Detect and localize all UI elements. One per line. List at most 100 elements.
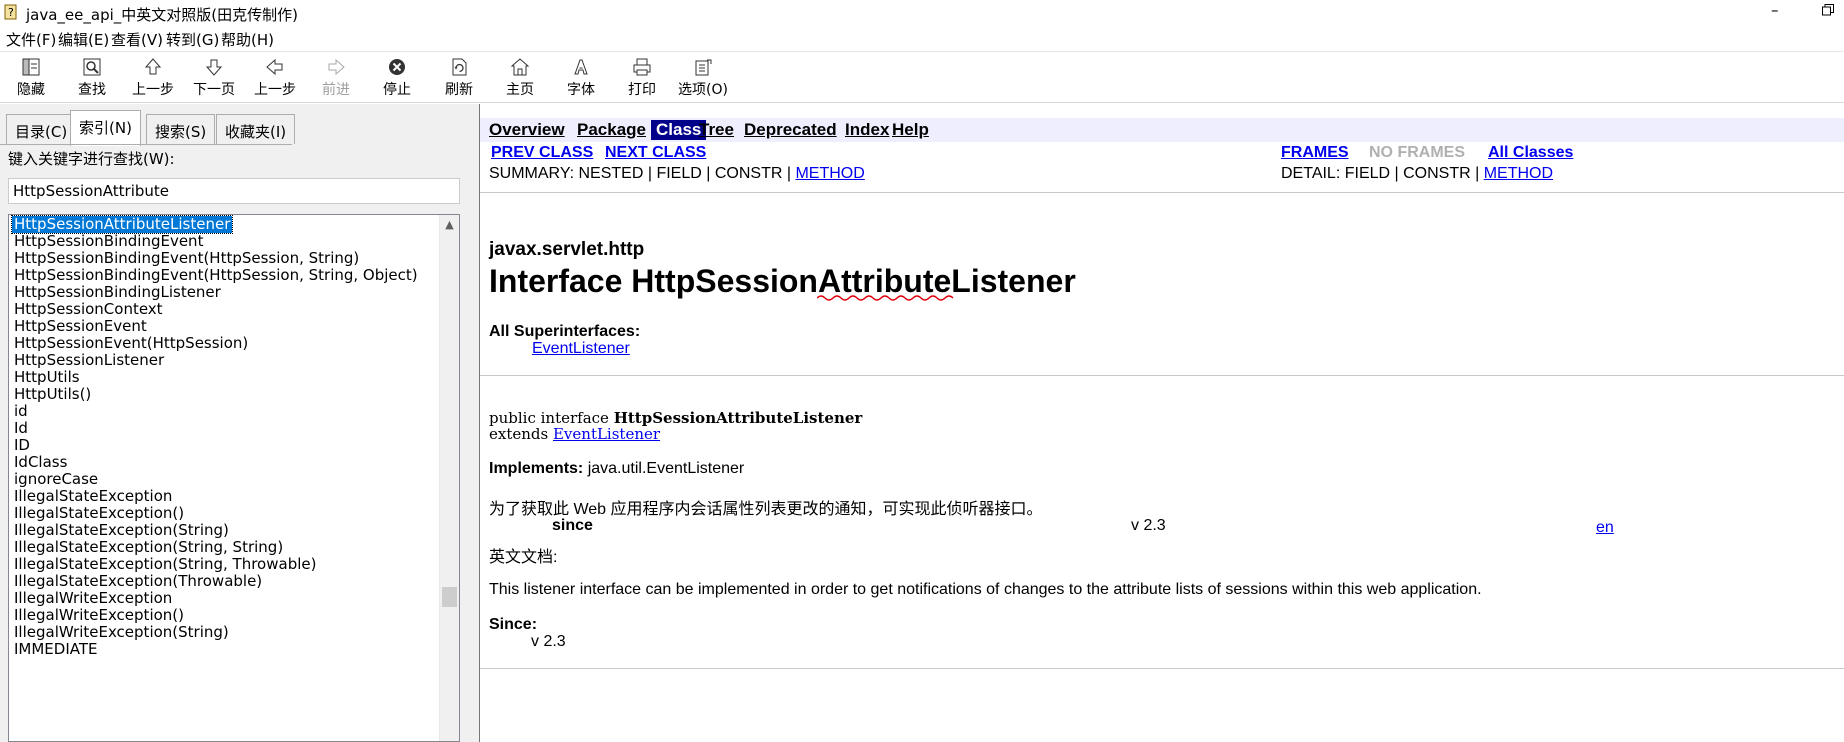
detail-line: DETAIL: FIELD | CONSTR | METHOD bbox=[1281, 165, 1554, 182]
list-item[interactable]: IllegalWriteException(String) bbox=[12, 624, 231, 641]
minimize-button[interactable]: – bbox=[1771, 1, 1779, 19]
list-item[interactable]: HttpUtils() bbox=[12, 386, 93, 403]
extends-link[interactable]: EventListener bbox=[553, 425, 660, 443]
section-divider bbox=[480, 375, 1844, 376]
hide-button[interactable]: 隐藏 bbox=[0, 56, 62, 99]
nav-tree[interactable]: Tree bbox=[699, 120, 734, 140]
menu-file[interactable]: 文件(F) bbox=[6, 29, 56, 50]
list-item[interactable]: id bbox=[12, 403, 30, 420]
refresh-icon bbox=[452, 58, 467, 76]
tab-contents[interactable]: 目录(C) bbox=[6, 114, 77, 144]
list-item[interactable]: HttpUtils bbox=[12, 369, 82, 386]
document-pane: Overview Package Class Tree Deprecated I… bbox=[480, 104, 1844, 742]
superinterface-link[interactable]: EventListener bbox=[532, 340, 630, 358]
english-doc-label: 英文文档: bbox=[489, 549, 558, 566]
arrow-down-icon bbox=[205, 59, 223, 76]
spellcheck-underline bbox=[817, 295, 954, 301]
list-item[interactable]: HttpSessionBindingEvent(HttpSession, Str… bbox=[12, 267, 420, 284]
list-item[interactable]: ID bbox=[12, 437, 32, 454]
scroll-thumb[interactable] bbox=[442, 587, 457, 607]
find-icon bbox=[83, 58, 101, 76]
list-item[interactable]: IllegalStateException(String) bbox=[12, 522, 231, 539]
implements-line: Implements: java.util.EventListener bbox=[489, 460, 745, 477]
list-item[interactable]: IllegalStateException(String, String) bbox=[12, 539, 285, 556]
list-item[interactable]: IMMEDIATE bbox=[12, 641, 100, 658]
menu-edit[interactable]: 编辑(E) bbox=[58, 29, 109, 50]
list-item[interactable]: HttpSessionContext bbox=[12, 301, 165, 318]
restore-icon[interactable] bbox=[1822, 4, 1834, 16]
keyword-search-input[interactable] bbox=[8, 178, 460, 204]
list-item[interactable]: IllegalStateException() bbox=[12, 505, 186, 522]
nav-deprecated[interactable]: Deprecated bbox=[744, 120, 837, 140]
english-link[interactable]: en bbox=[1596, 519, 1614, 537]
superinterfaces-label: All Superinterfaces: bbox=[489, 323, 641, 340]
prev-class-link[interactable]: PREV CLASS bbox=[491, 144, 593, 162]
summary-line: SUMMARY: NESTED | FIELD | CONSTR | METHO… bbox=[489, 165, 865, 182]
menu-bar: 文件(F) 编辑(E) 查看(V) 转到(G) 帮助(H) bbox=[0, 27, 1844, 51]
list-item[interactable]: HttpSessionBindingListener bbox=[12, 284, 223, 301]
next-page-button[interactable]: 下一页 bbox=[183, 56, 245, 99]
window-title: java_ee_api_中英文对照版(田克传制作) bbox=[26, 6, 298, 24]
since-label: since bbox=[552, 517, 593, 534]
javadoc-navbar: Overview Package Class Tree Deprecated I… bbox=[480, 118, 1844, 142]
print-button[interactable]: 打印 bbox=[611, 56, 673, 99]
all-classes-link[interactable]: All Classes bbox=[1488, 144, 1573, 162]
font-icon bbox=[574, 59, 588, 75]
frames-link[interactable]: FRAMES bbox=[1281, 144, 1349, 162]
back-button[interactable]: 上一步 bbox=[244, 56, 306, 99]
list-item[interactable]: HttpSessionBindingEvent(HttpSession, Str… bbox=[12, 250, 361, 267]
menu-goto[interactable]: 转到(G) bbox=[166, 29, 219, 50]
no-frames-link[interactable]: NO FRAMES bbox=[1369, 144, 1465, 162]
nav-index[interactable]: Index bbox=[845, 120, 889, 140]
english-description: This listener interface can be implement… bbox=[489, 581, 1482, 598]
list-scrollbar[interactable]: ▲ bbox=[439, 215, 459, 741]
summary-method-link[interactable]: METHOD bbox=[795, 165, 864, 182]
index-listbox[interactable]: HttpSessionAttributeListener HttpSessionB… bbox=[8, 214, 460, 742]
list-item[interactable]: ignoreCase bbox=[12, 471, 100, 488]
hide-icon bbox=[22, 58, 40, 76]
list-item[interactable]: HttpSessionEvent bbox=[12, 318, 149, 335]
refresh-button[interactable]: 刷新 bbox=[428, 56, 490, 99]
page-title: Interface HttpSessionAttributeListener bbox=[489, 263, 1076, 299]
find-button[interactable]: 查找 bbox=[61, 56, 123, 99]
previous-step-button[interactable]: 上一步 bbox=[122, 56, 184, 99]
next-class-link[interactable]: NEXT CLASS bbox=[605, 144, 706, 162]
options-icon bbox=[695, 59, 712, 76]
tab-index[interactable]: 索引(N) bbox=[70, 110, 141, 146]
extends-line: extends EventListener bbox=[489, 425, 661, 443]
since-heading: Since: bbox=[489, 616, 538, 633]
since-heading-value: v 2.3 bbox=[531, 633, 566, 650]
font-button[interactable]: 字体 bbox=[550, 56, 612, 99]
list-item[interactable]: Id bbox=[12, 420, 30, 437]
list-item[interactable]: IllegalWriteException bbox=[12, 590, 174, 607]
home-button[interactable]: 主页 bbox=[489, 56, 551, 99]
menu-view[interactable]: 查看(V) bbox=[111, 29, 163, 50]
scroll-up-icon[interactable]: ▲ bbox=[440, 215, 459, 234]
list-item[interactable]: HttpSessionAttributeListener bbox=[10, 215, 234, 234]
help-book-icon: ? bbox=[4, 4, 17, 20]
list-item[interactable]: HttpSessionEvent(HttpSession) bbox=[12, 335, 250, 352]
list-item[interactable]: IllegalStateException bbox=[12, 488, 174, 505]
title-bar: ? java_ee_api_中英文对照版(田克传制作) – bbox=[0, 0, 1844, 26]
list-item[interactable]: HttpSessionBindingEvent bbox=[12, 233, 205, 250]
options-button[interactable]: 选项(O) bbox=[672, 56, 734, 99]
tab-favorites[interactable]: 收藏夹(I) bbox=[216, 114, 296, 144]
arrow-right-icon bbox=[328, 58, 345, 76]
tab-search[interactable]: 搜索(S) bbox=[146, 114, 216, 144]
list-item[interactable]: IdClass bbox=[12, 454, 69, 471]
forward-button[interactable]: 前进 bbox=[305, 56, 367, 99]
list-item[interactable]: IllegalStateException(Throwable) bbox=[12, 573, 264, 590]
nav-overview[interactable]: Overview bbox=[489, 120, 565, 140]
stop-button[interactable]: 停止 bbox=[366, 56, 428, 99]
footer-divider bbox=[480, 668, 1844, 669]
list-item[interactable]: HttpSessionListener bbox=[12, 352, 166, 369]
list-item[interactable]: IllegalStateException(String, Throwable) bbox=[12, 556, 318, 573]
arrow-up-icon bbox=[144, 58, 162, 75]
nav-package[interactable]: Package bbox=[577, 120, 646, 140]
menu-help[interactable]: 帮助(H) bbox=[221, 29, 274, 50]
pane-splitter[interactable] bbox=[472, 104, 480, 742]
toolbar: 隐藏 查找 上一步 下一页 上一步 前进 停止 刷新 主页 字体 打印 选项(O… bbox=[0, 51, 1844, 103]
list-item[interactable]: IllegalWriteException() bbox=[12, 607, 186, 624]
nav-help[interactable]: Help bbox=[892, 120, 929, 140]
detail-method-link[interactable]: METHOD bbox=[1484, 165, 1553, 182]
